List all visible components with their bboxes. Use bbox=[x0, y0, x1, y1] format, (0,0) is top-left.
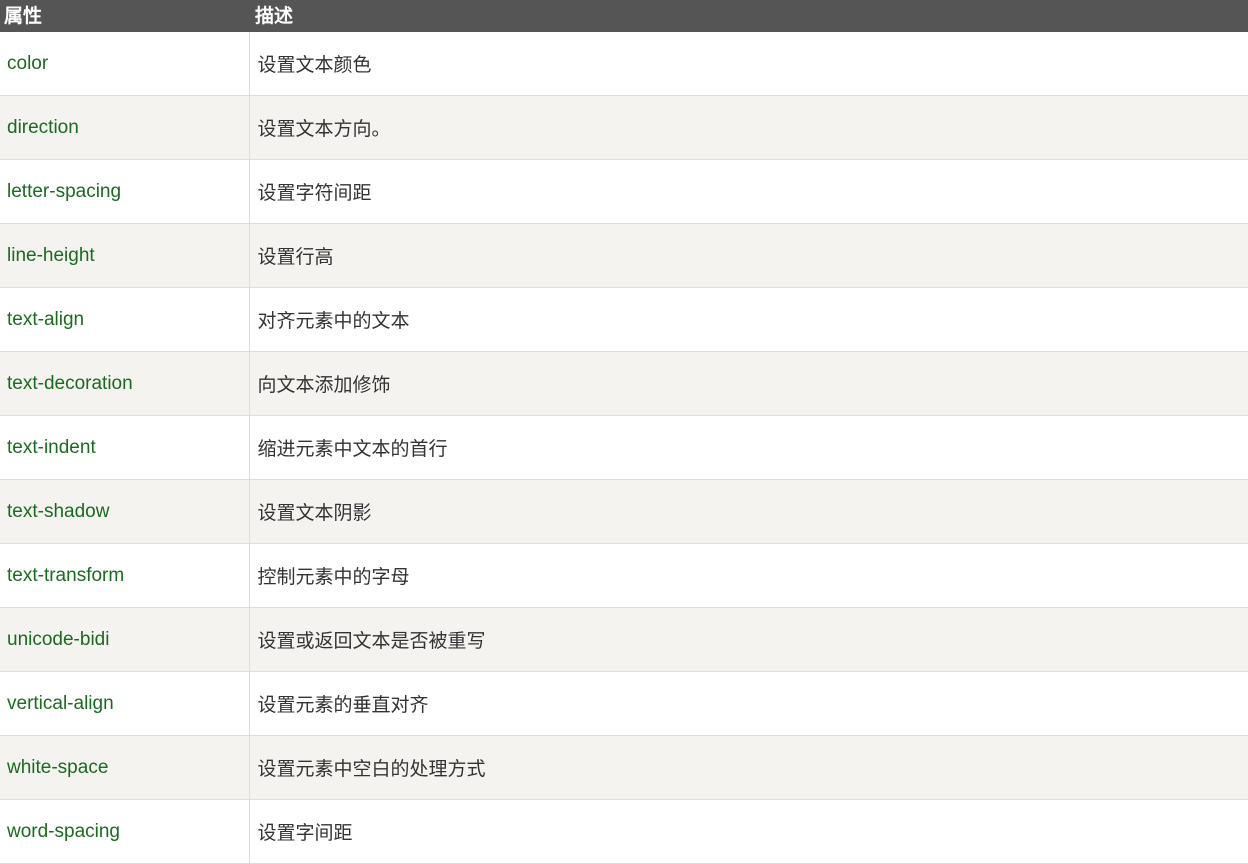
property-cell: vertical-align bbox=[0, 671, 250, 736]
header-row: 属性 描述 bbox=[0, 0, 1248, 32]
description-cell: 设置元素中空白的处理方式 bbox=[249, 735, 1248, 800]
property-cell: line-height bbox=[0, 223, 250, 288]
property-cell: text-shadow bbox=[0, 479, 250, 544]
header-description: 描述 bbox=[249, 0, 1248, 32]
description-cell: 设置文本方向。 bbox=[249, 95, 1248, 160]
property-cell: white-space bbox=[0, 735, 250, 800]
description-cell: 设置文本阴影 bbox=[249, 479, 1248, 544]
description-cell: 设置文本颜色 bbox=[249, 32, 1248, 96]
property-cell: direction bbox=[0, 95, 250, 160]
table-row: text-shadow 设置文本阴影 bbox=[0, 479, 1248, 544]
table-row: direction 设置文本方向。 bbox=[0, 95, 1248, 160]
property-cell: text-align bbox=[0, 287, 250, 352]
table-body: color 设置文本颜色 direction 设置文本方向。 letter-sp… bbox=[0, 32, 1248, 864]
description-cell: 设置行高 bbox=[249, 223, 1248, 288]
table-row: text-transform 控制元素中的字母 bbox=[0, 543, 1248, 608]
header-property: 属性 bbox=[0, 0, 249, 32]
table-row: color 设置文本颜色 bbox=[0, 32, 1248, 96]
property-cell: color bbox=[0, 32, 250, 96]
table-row: line-height 设置行高 bbox=[0, 223, 1248, 288]
description-cell: 设置元素的垂直对齐 bbox=[249, 671, 1248, 736]
table-row: text-indent 缩进元素中文本的首行 bbox=[0, 415, 1248, 480]
description-cell: 对齐元素中的文本 bbox=[249, 287, 1248, 352]
property-cell: text-decoration bbox=[0, 351, 250, 416]
property-cell: unicode-bidi bbox=[0, 607, 250, 672]
table-row: text-align 对齐元素中的文本 bbox=[0, 287, 1248, 352]
property-cell: letter-spacing bbox=[0, 159, 250, 224]
description-cell: 设置字符间距 bbox=[249, 159, 1248, 224]
table-row: white-space 设置元素中空白的处理方式 bbox=[0, 735, 1248, 800]
table-row: vertical-align 设置元素的垂直对齐 bbox=[0, 671, 1248, 736]
table-row: unicode-bidi 设置或返回文本是否被重写 bbox=[0, 607, 1248, 672]
description-cell: 缩进元素中文本的首行 bbox=[249, 415, 1248, 480]
table-row: letter-spacing 设置字符间距 bbox=[0, 159, 1248, 224]
property-cell: text-indent bbox=[0, 415, 250, 480]
property-cell: text-transform bbox=[0, 543, 250, 608]
description-cell: 向文本添加修饰 bbox=[249, 351, 1248, 416]
table-row: text-decoration 向文本添加修饰 bbox=[0, 351, 1248, 416]
css-text-properties-table: 属性 描述 color 设置文本颜色 direction 设置文本方向。 let… bbox=[0, 0, 1248, 864]
description-cell: 设置或返回文本是否被重写 bbox=[249, 607, 1248, 672]
table-header: 属性 描述 bbox=[0, 0, 1248, 32]
description-cell: 控制元素中的字母 bbox=[249, 543, 1248, 608]
